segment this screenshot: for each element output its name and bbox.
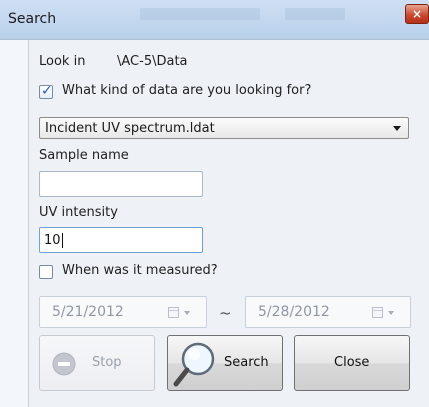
date-from-value: 5/21/2012: [52, 304, 124, 320]
stop-icon: [52, 352, 76, 376]
close-button[interactable]: Close: [294, 335, 410, 391]
close-label: Close: [334, 355, 370, 370]
date-range-separator: ~: [219, 304, 232, 322]
dropdown-arrow-icon: [184, 311, 190, 315]
sample-name-label: Sample name: [39, 148, 129, 163]
uv-intensity-field[interactable]: 10: [39, 227, 203, 253]
date-to-value: 5/28/2012: [258, 304, 330, 320]
checkmark-icon: ✓: [41, 83, 53, 99]
date-from-picker[interactable]: 5/21/2012: [39, 296, 207, 328]
title-bar[interactable]: Search ×: [0, 0, 429, 40]
close-icon: ×: [411, 7, 423, 21]
close-window-button[interactable]: ×: [405, 4, 429, 24]
measured-label: When was it measured?: [62, 263, 218, 278]
calendar-icon: [168, 307, 179, 318]
measured-checkbox[interactable]: [39, 265, 53, 279]
data-kind-label: What kind of data are you looking for?: [62, 83, 312, 98]
uv-intensity-label: UV intensity: [39, 205, 118, 220]
data-kind-selected: Incident UV spectrum.ldat: [45, 121, 215, 136]
search-button[interactable]: Search: [167, 335, 283, 391]
uv-intensity-value: 10: [44, 233, 63, 248]
dropdown-arrow-icon: [393, 126, 401, 131]
search-label: Search: [224, 355, 269, 370]
look-in-label: Look in: [39, 54, 86, 69]
window-title: Search: [8, 11, 57, 27]
dialog-content: Look in \AC-5\Data ✓ What kind of data a…: [28, 40, 429, 407]
background-window-ghost: [285, 8, 345, 20]
sample-name-field[interactable]: [39, 171, 203, 197]
calendar-icon: [372, 307, 383, 318]
stop-button[interactable]: Stop: [39, 335, 155, 391]
search-dialog: Search × Look in \AC-5\Data ✓ What kind …: [0, 0, 429, 407]
data-kind-dropdown[interactable]: Incident UV spectrum.ldat: [39, 117, 409, 139]
date-to-picker[interactable]: 5/28/2012: [245, 296, 411, 328]
look-in-path: \AC-5\Data: [117, 54, 188, 69]
stop-label: Stop: [92, 355, 122, 370]
data-kind-checkbox[interactable]: ✓: [39, 83, 53, 99]
background-window-ghost: [140, 8, 260, 20]
magnifier-icon: [173, 342, 215, 387]
dropdown-arrow-icon: [388, 311, 394, 315]
